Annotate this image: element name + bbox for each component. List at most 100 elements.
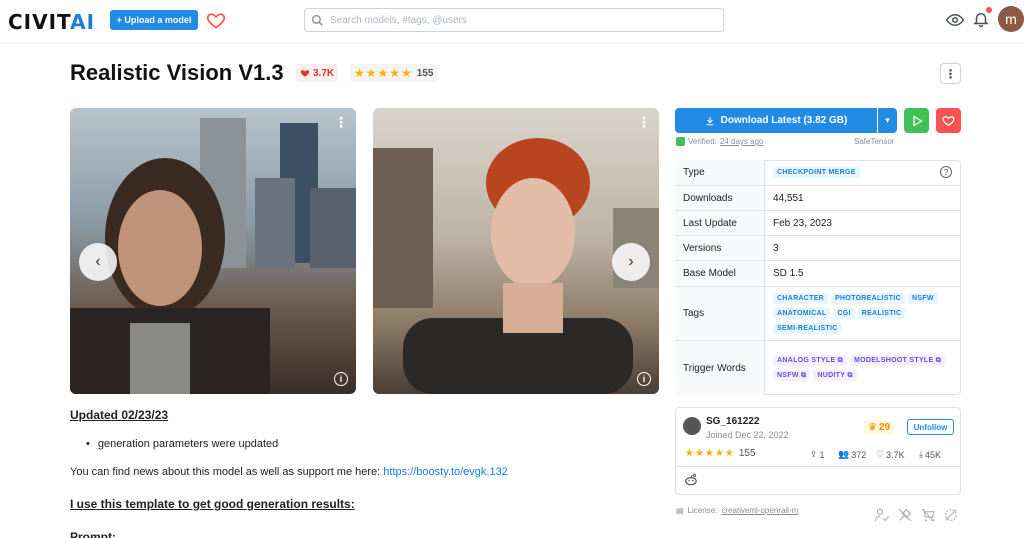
rating-badge[interactable]: ★★★★★ 155	[350, 64, 438, 82]
heart-icon[interactable]	[206, 10, 226, 30]
trigger-word-pill[interactable]: NSFW ⧉	[773, 370, 811, 381]
heart-icon	[942, 116, 955, 127]
tag-pill[interactable]: CHARACTER	[773, 293, 829, 304]
news-text: You can find news about this model as we…	[70, 466, 384, 478]
image-menu-icon[interactable]: ⋮	[637, 114, 651, 131]
tag-pill[interactable]: PHOTOREALISTIC	[831, 293, 905, 304]
last-update-label: Last Update	[675, 211, 765, 235]
prompt-heading: Prompt:	[70, 530, 116, 538]
image-menu-icon[interactable]: ⋮	[334, 114, 348, 131]
creator-rating: ★★★★★ 155	[685, 448, 756, 459]
creator-avatar[interactable]	[683, 417, 701, 435]
creator-rating-count: 155	[738, 448, 756, 459]
trigger-word-pill[interactable]: ANALOG STYLE ⧉	[773, 355, 847, 366]
download-icon: ⤓	[919, 449, 923, 459]
notification-dot	[986, 7, 992, 13]
model-title: Realistic Vision V1.3	[70, 60, 284, 85]
help-icon[interactable]: ?	[940, 166, 952, 178]
last-update-value: Feb 23, 2023	[773, 217, 832, 229]
verified-shield-icon	[676, 137, 685, 146]
followers-stat: 👥 372	[838, 449, 867, 460]
type-pill: CHECKPOINT MERGE	[773, 167, 860, 178]
chevron-down-icon: ▾	[885, 115, 890, 125]
carousel-prev-button[interactable]: ‹	[79, 243, 117, 281]
no-brush-icon	[897, 507, 913, 523]
user-check-icon	[874, 507, 890, 523]
search-bar[interactable]	[304, 8, 724, 32]
update-bullet: generation parameters were updated	[86, 438, 278, 450]
divider	[676, 466, 960, 467]
creator-joined: Joined Dec 22, 2022	[706, 430, 789, 440]
no-cart-icon	[920, 507, 936, 523]
license-link[interactable]: creativeml-openrail-m	[721, 506, 798, 515]
row-base-model: Base Model SD 1.5	[675, 260, 961, 286]
heart-filled-icon	[300, 70, 310, 77]
row-trigger-words: Trigger Words ANALOG STYLE ⧉ MODELSHOOT …	[675, 340, 961, 395]
downloads-label: Downloads	[675, 186, 765, 210]
downloads-stat: ⤓ 45K	[919, 449, 941, 460]
search-input[interactable]	[330, 14, 710, 26]
license-info: ▤ License: creativeml-openrail-m	[676, 506, 798, 515]
row-versions: Versions 3	[675, 235, 961, 260]
verified-status: Verified: 24 days ago	[676, 137, 764, 146]
tag-pill[interactable]: CGI	[833, 308, 855, 319]
verified-date[interactable]: 24 days ago	[720, 137, 764, 146]
trigger-word-pill[interactable]: MODELSHOOT STYLE ⧉	[849, 355, 945, 366]
base-model-label: Base Model	[675, 261, 765, 286]
upload-icon: ⇪	[810, 449, 818, 459]
no-share-icon	[943, 507, 959, 523]
carousel-next-button[interactable]: ›	[612, 243, 650, 281]
tags-label: Tags	[675, 287, 765, 340]
tag-pill[interactable]: REALISTIC	[857, 308, 906, 319]
row-tags: Tags CHARACTER PHOTOREALISTIC NSFW ANATO…	[675, 286, 961, 340]
likes-stat: ♡ 3.7K	[876, 449, 905, 460]
row-last-update: Last Update Feb 23, 2023	[675, 210, 961, 235]
tag-pill[interactable]: ANATOMICAL	[773, 308, 831, 319]
license-label: License:	[687, 506, 718, 515]
boosty-link[interactable]: https://boosty.to/evgk.132	[383, 466, 508, 478]
base-model-value: SD 1.5	[773, 268, 804, 279]
crown-badge: ♛ 29	[864, 420, 895, 435]
eye-icon[interactable]	[945, 11, 965, 29]
download-icon	[706, 116, 713, 125]
download-options-button[interactable]: ▾	[878, 108, 897, 133]
like-count-badge[interactable]: 3.7K	[296, 64, 339, 82]
tag-pill[interactable]: NSFW	[907, 293, 938, 304]
info-icon[interactable]: i	[334, 372, 348, 386]
type-value: CHECKPOINT MERGE	[765, 160, 961, 185]
user-avatar[interactable]: m	[998, 6, 1024, 32]
creator-name[interactable]: SG_161222	[706, 416, 759, 427]
download-latest-button[interactable]: Download Latest (3.82 GB)	[675, 108, 877, 133]
more-options-button[interactable]: ⋮	[940, 63, 961, 84]
crown-count: 29	[878, 422, 891, 433]
rating-count: 155	[416, 67, 434, 79]
trigger-words-label: Trigger Words	[675, 341, 765, 395]
template-heading: I use this template to get good generati…	[70, 497, 355, 511]
news-paragraph: You can find news about this model as we…	[70, 466, 508, 478]
download-label: Download Latest (3.82 GB)	[720, 115, 848, 126]
type-label: Type	[675, 160, 765, 185]
upload-model-button[interactable]: + Upload a model	[110, 10, 198, 30]
trigger-word-pill[interactable]: NUDITY ⧉	[813, 370, 857, 381]
verified-label: Verified:	[688, 137, 717, 146]
unfollow-button[interactable]: Unfollow	[907, 419, 954, 435]
upload-model-label: + Upload a model	[116, 15, 192, 25]
info-icon[interactable]: i	[637, 372, 651, 386]
license-icon: ▤	[676, 506, 684, 515]
reddit-icon[interactable]	[684, 473, 698, 487]
run-model-button[interactable]	[904, 108, 929, 133]
safetensor-label: SafeTensor	[854, 137, 895, 146]
row-type: Type CHECKPOINT MERGE	[675, 160, 961, 185]
row-downloads: Downloads 44,551	[675, 185, 961, 210]
tag-pill[interactable]: SEMI-REALISTIC	[773, 323, 842, 334]
star-rating-icon: ★★★★★	[354, 66, 413, 80]
uploads-stat: ⇪ 1	[810, 449, 825, 460]
star-rating-icon: ★★★★★	[685, 448, 735, 459]
favorite-button[interactable]	[936, 108, 961, 133]
downloads-value: 44,551	[773, 192, 804, 204]
search-icon	[311, 14, 323, 26]
trigger-words-list: ANALOG STYLE ⧉ MODELSHOOT STYLE ⧉ NSFW ⧉…	[765, 341, 961, 395]
versions-value: 3	[773, 242, 779, 254]
civitai-logo[interactable]: CIVITAI	[8, 10, 95, 34]
chevron-left-icon: ‹	[95, 253, 101, 270]
